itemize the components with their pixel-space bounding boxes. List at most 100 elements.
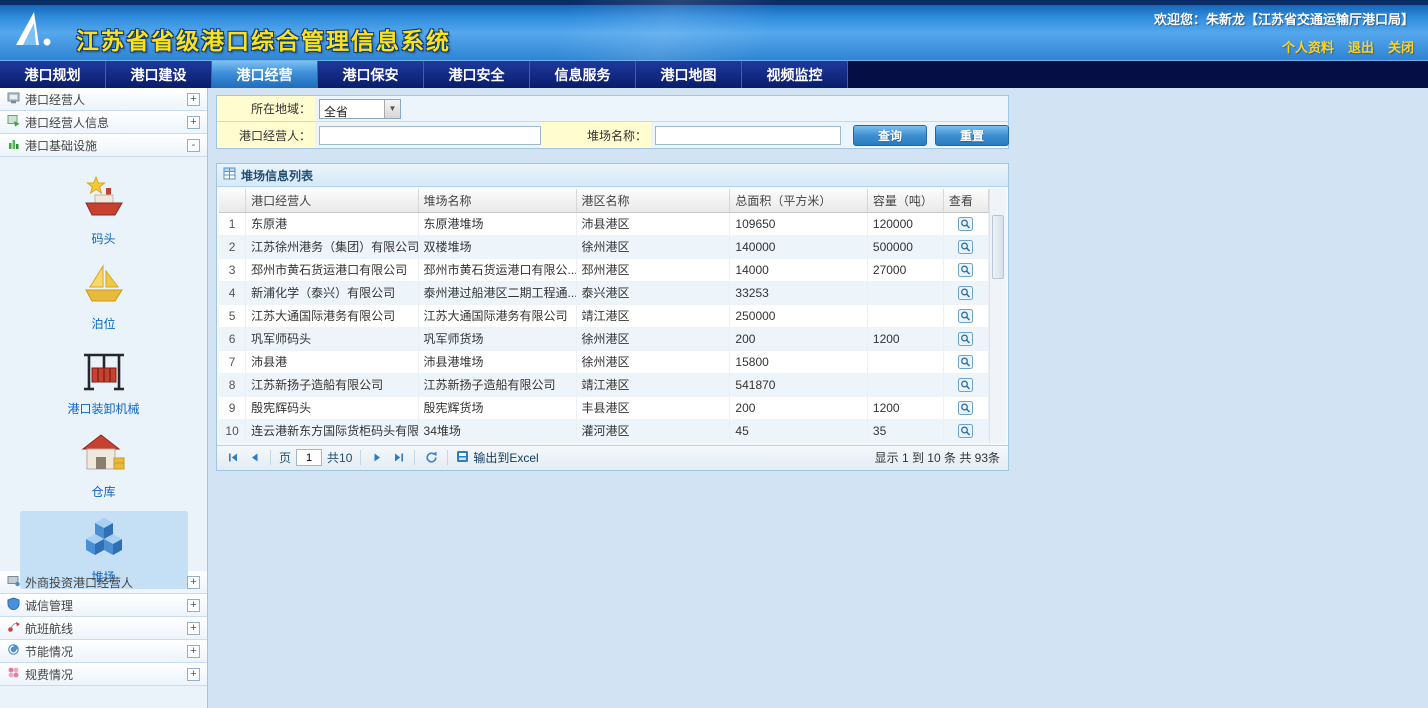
col-area-name[interactable]: 港区名称 xyxy=(576,189,730,212)
table-row[interactable]: 10 连云港新东方国际货柜码头有限... 34堆场 灌河港区 45 35 xyxy=(219,419,989,442)
cell-capacity: 27000 xyxy=(867,258,943,281)
welcome-text: 欢迎您：朱新龙【江苏省交通运输厅港口局】 xyxy=(1154,9,1414,28)
row-number: 5 xyxy=(219,304,246,327)
expand-plus-icon[interactable]: + xyxy=(187,576,200,589)
view-icon[interactable] xyxy=(958,282,973,300)
table-header-row: 港口经营人 堆场名称 港区名称 总面积（平方米） 容量（吨） 查看 xyxy=(219,189,989,212)
next-page-button[interactable] xyxy=(369,450,385,466)
facility-item-wharf[interactable]: 码头 xyxy=(20,171,188,251)
cell-capacity: 1200 xyxy=(867,327,943,350)
search-buttons: 查询 重置 xyxy=(841,122,1009,148)
sidebar-item-port-operators[interactable]: 港口经营人 + xyxy=(0,88,207,111)
query-button[interactable]: 查询 xyxy=(853,125,927,146)
page-label: 页 xyxy=(279,449,291,466)
sidebar-item-operator-info[interactable]: 港口经营人信息 + xyxy=(0,111,207,134)
table-row[interactable]: 2 江苏徐州港务（集团）有限公司 双楼堆场 徐州港区 140000 500000 xyxy=(219,235,989,258)
col-yard-name[interactable]: 堆场名称 xyxy=(418,189,576,212)
cell-yard: 殷宪辉货场 xyxy=(418,396,576,419)
cell-total-area: 33253 xyxy=(730,281,867,304)
cell-area-name: 邳州港区 xyxy=(576,258,730,281)
cell-total-area: 200 xyxy=(730,396,867,419)
sidebar-item-routes[interactable]: 航班航线 + xyxy=(0,617,207,640)
col-capacity[interactable]: 容量（吨） xyxy=(867,189,943,212)
tab-info-service[interactable]: 信息服务 xyxy=(530,61,636,88)
table-row[interactable]: 5 江苏大通国际港务有限公司 江苏大通国际港务有限公司 靖江港区 250000 xyxy=(219,304,989,327)
view-icon[interactable] xyxy=(958,236,973,254)
view-icon[interactable] xyxy=(958,351,973,369)
tab-port-planning[interactable]: 港口规划 xyxy=(0,61,106,88)
expand-plus-icon[interactable]: + xyxy=(187,599,200,612)
facility-label: 仓库 xyxy=(91,483,115,500)
view-icon[interactable] xyxy=(958,420,973,438)
pager-separator xyxy=(414,450,415,465)
expand-plus-icon[interactable]: + xyxy=(187,116,200,129)
page-number-input[interactable] xyxy=(296,449,322,466)
collapse-minus-icon[interactable]: - xyxy=(187,139,200,152)
table-row[interactable]: 6 巩军师码头 巩军师货场 徐州港区 200 1200 xyxy=(219,327,989,350)
table-row[interactable]: 7 沛县港 沛县港堆场 徐州港区 15800 xyxy=(219,350,989,373)
view-icon[interactable] xyxy=(958,397,973,415)
table-row[interactable]: 3 邳州市黄石货运港口有限公司 邳州市黄石货运港口有限公... 邳州港区 140… xyxy=(219,258,989,281)
logout-link[interactable]: 退出 xyxy=(1348,37,1374,56)
scrollbar-thumb[interactable] xyxy=(992,215,1004,279)
menu-chart-icon xyxy=(7,137,20,153)
table-scrollbar[interactable] xyxy=(989,189,1006,443)
view-icon[interactable] xyxy=(958,213,973,231)
sidebar-item-label: 港口经营人 xyxy=(25,91,182,108)
expand-plus-icon[interactable]: + xyxy=(187,93,200,106)
profile-link[interactable]: 个人资料 xyxy=(1282,37,1334,56)
chevron-down-icon[interactable]: ▼ xyxy=(384,100,400,118)
sidebar-item-foreign-investors[interactable]: 外商投资港口经营人 + xyxy=(0,571,207,594)
region-cell: 全省 ▼ xyxy=(315,96,1008,121)
col-operator[interactable]: 港口经营人 xyxy=(246,189,418,212)
cell-yard: 泰州港过船港区二期工程通... xyxy=(418,281,576,304)
cell-yard: 江苏大通国际港务有限公司 xyxy=(418,304,576,327)
col-total-area[interactable]: 总面积（平方米） xyxy=(730,189,867,212)
view-icon[interactable] xyxy=(958,305,973,323)
sidebar-item-integrity-management[interactable]: 诚信管理 + xyxy=(0,594,207,617)
operator-input[interactable] xyxy=(319,126,541,145)
cell-capacity: 1200 xyxy=(867,396,943,419)
table-row[interactable]: 9 殷宪辉码头 殷宪辉货场 丰县港区 200 1200 xyxy=(219,396,989,419)
cell-capacity xyxy=(867,281,943,304)
table-row[interactable]: 4 新浦化学（泰兴）有限公司 泰州港过船港区二期工程通... 泰兴港区 3325… xyxy=(219,281,989,304)
sidebar-item-port-infrastructure[interactable]: 港口基础设施 - xyxy=(0,134,207,157)
view-icon[interactable] xyxy=(958,328,973,346)
view-icon[interactable] xyxy=(958,259,973,277)
search-row-region: 所在地域： 全省 ▼ xyxy=(217,96,1008,122)
tab-port-map[interactable]: 港口地图 xyxy=(636,61,742,88)
table-row[interactable]: 8 江苏新扬子造船有限公司 江苏新扬子造船有限公司 靖江港区 541870 xyxy=(219,373,989,396)
expand-plus-icon[interactable]: + xyxy=(187,668,200,681)
cell-total-area: 109650 xyxy=(730,212,867,235)
tab-port-operation[interactable]: 港口经营 xyxy=(212,61,318,88)
yard-name-input[interactable] xyxy=(655,126,841,145)
row-number: 3 xyxy=(219,258,246,281)
prev-page-button[interactable] xyxy=(246,450,262,466)
last-page-button[interactable] xyxy=(390,450,406,466)
close-link[interactable]: 关闭 xyxy=(1388,37,1414,56)
reset-button[interactable]: 重置 xyxy=(935,125,1009,146)
table-row[interactable]: 1 东原港 东原港堆场 沛县港区 109650 120000 xyxy=(219,212,989,235)
tab-video-monitor[interactable]: 视频监控 xyxy=(742,61,848,88)
tab-port-security[interactable]: 港口保安 xyxy=(318,61,424,88)
cell-area-name: 灌河港区 xyxy=(576,419,730,442)
facility-item-machinery[interactable]: 港口装卸机械 xyxy=(20,343,188,421)
tab-port-construction[interactable]: 港口建设 xyxy=(106,61,212,88)
region-select[interactable]: 全省 ▼ xyxy=(319,99,401,119)
cell-total-area: 14000 xyxy=(730,258,867,281)
expand-plus-icon[interactable]: + xyxy=(187,645,200,658)
app-header: 江苏省省级港口综合管理信息系统 欢迎您：朱新龙【江苏省交通运输厅港口局】 个人资… xyxy=(0,0,1428,60)
facility-item-warehouse[interactable]: 仓库 xyxy=(20,428,188,504)
first-page-button[interactable] xyxy=(225,450,241,466)
export-excel-button[interactable]: 输出到Excel xyxy=(456,449,538,466)
cell-operator: 连云港新东方国际货柜码头有限... xyxy=(246,419,418,442)
facility-item-berth[interactable]: 泊位 xyxy=(20,258,188,336)
tab-port-safety[interactable]: 港口安全 xyxy=(424,61,530,88)
col-view[interactable]: 查看 xyxy=(943,189,988,212)
view-icon[interactable] xyxy=(958,374,973,392)
sidebar-item-energy-saving[interactable]: 节能情况 + xyxy=(0,640,207,663)
total-pages-label: 共10 xyxy=(327,449,352,466)
sidebar-item-fees[interactable]: 规费情况 + xyxy=(0,663,207,686)
refresh-icon[interactable] xyxy=(423,450,439,466)
expand-plus-icon[interactable]: + xyxy=(187,622,200,635)
